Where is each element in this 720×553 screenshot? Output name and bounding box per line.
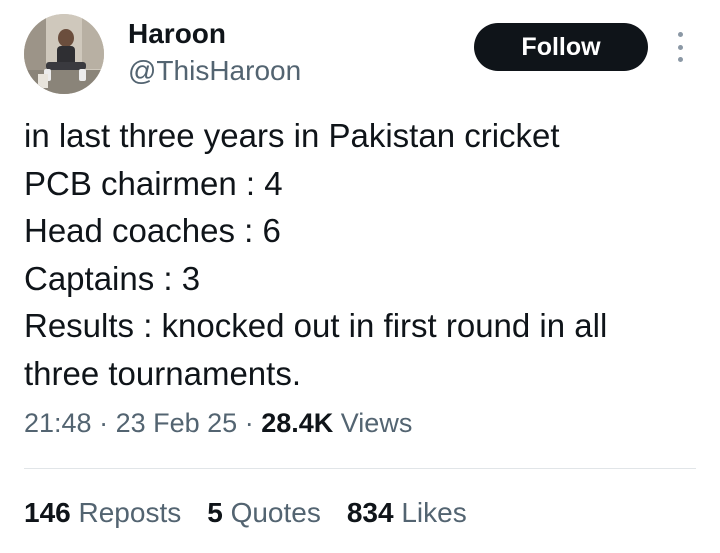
author-display-name[interactable]: Haroon [128,18,226,50]
author-handle[interactable]: @ThisHaroon [128,55,301,87]
views-count: 28.4K [261,408,334,438]
more-dot [677,44,683,50]
separator-dot: · [244,408,262,438]
quotes-label: Quotes [230,497,321,528]
tweet-line: Results : knocked out in first round in … [24,307,608,344]
tweet-line: three tournaments. [24,354,301,392]
quotes-stat[interactable]: 5 Quotes [207,497,321,529]
likes-count: 834 [346,497,394,528]
separator-dot: · [99,408,116,438]
likes-label: Likes [401,497,467,528]
follow-button[interactable]: Follow [474,23,648,71]
more-dot [677,57,683,62]
tweet-date[interactable]: 23 Feb 25 [116,408,238,438]
tweet-time[interactable]: 21:48 [24,408,92,438]
reposts-label: Reposts [78,497,182,528]
tweet-line: Head coaches : 6 [24,212,281,249]
tweet-line: Captains : 3 [24,259,201,297]
tweet-text: in last three years in Pakistan cricket … [24,112,704,397]
reposts-count: 146 [24,497,71,528]
quotes-count: 5 [207,497,223,528]
views-label: Views [340,408,413,438]
tweet-line: PCB chairmen : 4 [24,164,283,202]
more-dot [677,32,683,37]
tweet-line: in last three years in Pakistan cricket [24,117,560,154]
tweet-meta: 21:48 · 23 Feb 25 · 28.4K Views [24,408,412,439]
user-avatar-icon [24,14,104,94]
author-avatar[interactable] [24,14,104,94]
divider [24,468,696,469]
engagement-stats: 146 Reposts 5 Quotes 834 Likes [24,497,467,529]
likes-stat[interactable]: 834 Likes [347,497,467,529]
more-vertical-icon[interactable] [672,32,688,62]
reposts-stat[interactable]: 146 Reposts [24,497,181,529]
